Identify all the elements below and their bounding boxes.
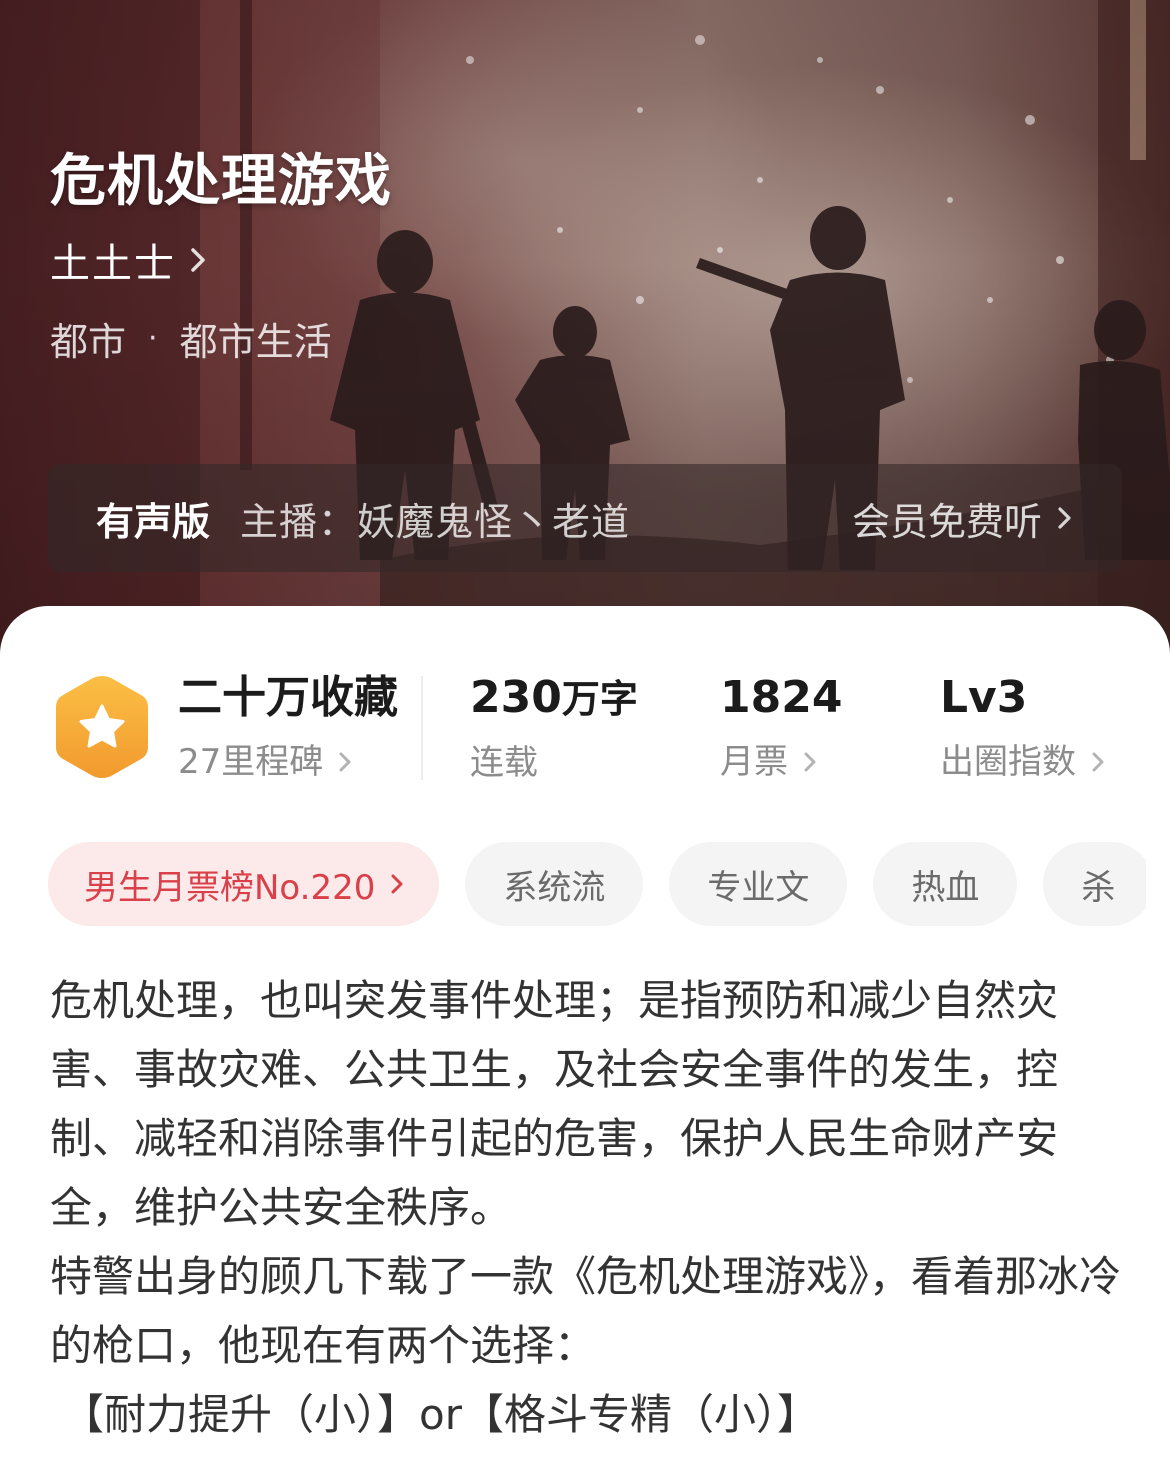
genre-row: 都市 · 都市生活 [50, 310, 332, 366]
tag-chip[interactable]: 专业文 [669, 842, 848, 926]
tag-chip[interactable]: 杀 [1043, 842, 1146, 926]
synopsis-choices: 【耐力提升（小）】or【格斗专精（小）】 [62, 1390, 819, 1439]
tag-row: 男生月票榜No.220 系统流 专业文 热血 杀 [48, 842, 1146, 926]
stat-monthly-tickets[interactable]: 1824 月票 [720, 666, 842, 784]
tag-chip[interactable]: 系统流 [465, 842, 644, 926]
book-info-card: 二十万收藏 27里程碑 230万字 连载 1824 月票 Lv3 出圈指数 男生… [0, 606, 1170, 1464]
influence-value: Lv3 [940, 672, 1028, 723]
stat-divider [421, 676, 423, 780]
ranking-tag[interactable]: 男生月票榜No.220 [48, 842, 440, 926]
milestone-link[interactable]: 27里程碑 [178, 740, 398, 784]
serial-status: 连载 [470, 743, 538, 783]
chevron-right-icon [1058, 507, 1071, 529]
stats-row: 二十万收藏 27里程碑 230万字 连载 1824 月票 Lv3 出圈指数 [0, 666, 1170, 796]
synopsis[interactable]: 危机处理，也叫突发事件处理；是指预防和减少自然灾害、事故灾难、公共卫生，及社会安… [50, 966, 1130, 1449]
stat-word-count: 230万字 连载 [470, 666, 638, 785]
member-free-listen-label: 会员免费听 [851, 499, 1042, 544]
stat-favorites[interactable]: 二十万收藏 27里程碑 [178, 666, 398, 784]
audiobook-bar[interactable]: 有声版 主播：妖魔鬼怪丶老道 会员免费听 [48, 464, 1122, 572]
chevron-right-icon [1092, 752, 1104, 772]
influence-link[interactable]: 出圈指数 [940, 740, 1106, 784]
favorites-value: 二十万收藏 [178, 672, 398, 723]
monthly-tickets-value: 1824 [720, 672, 843, 723]
book-title: 危机处理游戏 [50, 149, 392, 214]
monthly-tickets-link[interactable]: 月票 [720, 740, 842, 784]
synopsis-paragraph: 危机处理，也叫突发事件处理；是指预防和减少自然灾害、事故灾难、公共卫生，及社会安… [50, 976, 1059, 1232]
audiobook-host: 主播：妖魔鬼怪丶老道 [240, 499, 631, 544]
subcategory-label[interactable]: 都市生活 [180, 311, 332, 366]
word-count-number: 230 [470, 672, 562, 723]
category-label[interactable]: 都市 [50, 311, 126, 366]
milestone-label: 27里程碑 [178, 742, 324, 782]
chevron-right-icon [391, 874, 403, 894]
ranking-label: 男生月票榜No.220 [84, 867, 376, 908]
word-count-value: 230万字 [470, 666, 638, 731]
synopsis-paragraph: 特警出身的顾几下载了一款《危机处理游戏》，看着那冰冷的枪口，他现在有两个选择： [50, 1252, 1122, 1370]
member-free-listen-button[interactable]: 会员免费听 [852, 491, 1074, 546]
chevron-right-icon [191, 248, 205, 272]
chevron-right-icon [804, 752, 816, 772]
genre-separator: · [148, 320, 158, 356]
chevron-right-icon [339, 752, 351, 772]
word-count-unit: 万字 [561, 677, 638, 721]
influence-label: 出圈指数 [940, 742, 1076, 782]
tag-chip[interactable]: 热血 [873, 842, 1018, 926]
audiobook-tag: 有声版 [96, 499, 211, 544]
author-name: 土土士 [50, 241, 176, 287]
monthly-tickets-label: 月票 [720, 742, 788, 782]
cover-banner: 危机处理游戏 土土士 都市 · 都市生活 有声版 主播：妖魔鬼怪丶老道 会员免费… [0, 0, 1170, 660]
stat-influence[interactable]: Lv3 出圈指数 [940, 666, 1106, 784]
author-link[interactable]: 土土士 [50, 232, 210, 288]
star-hexagon-badge-icon [56, 676, 148, 778]
